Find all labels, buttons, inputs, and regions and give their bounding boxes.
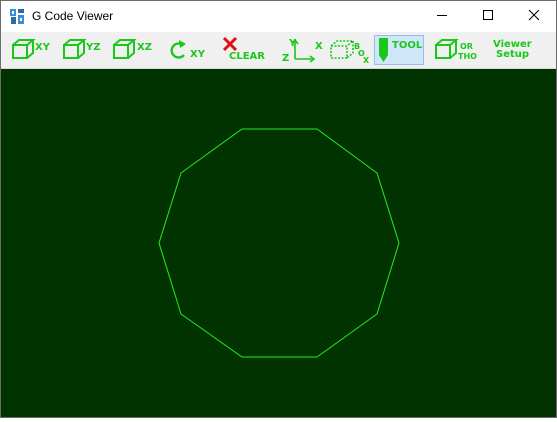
axes-button[interactable]: Y X Z	[281, 35, 323, 65]
toolpath-drawing	[158, 128, 400, 358]
tool-label: TOOL	[392, 40, 423, 51]
view-xz-label: XZ	[137, 42, 152, 53]
box-button[interactable]: B O X	[329, 35, 371, 65]
minimize-button[interactable]	[419, 1, 465, 32]
maximize-button[interactable]	[465, 1, 511, 32]
ortho-top-label: OR	[460, 42, 473, 51]
toolpath-decagon	[158, 128, 400, 358]
axis-z-label: Z	[282, 53, 290, 64]
app-icon	[9, 8, 26, 25]
close-icon	[528, 8, 540, 26]
box-x-label: X	[363, 56, 370, 65]
tool-button[interactable]: TOOL	[374, 35, 424, 65]
rotate-xy-button[interactable]: XY	[167, 35, 207, 65]
view-xz-button[interactable]: XZ	[111, 35, 155, 65]
g-code-viewer-window: G Code Viewer XY YZ XZ XY CLEAR Y X Z B …	[0, 0, 557, 418]
view-xy-button[interactable]: XY	[10, 35, 54, 65]
drawing-canvas[interactable]	[1, 69, 556, 417]
ortho-button[interactable]: OR THO	[434, 35, 480, 65]
minimize-icon	[436, 8, 448, 26]
axis-x-label: X	[315, 41, 323, 52]
toolbar: XY YZ XZ XY CLEAR Y X Z B O X TOOL OR TH…	[1, 32, 556, 69]
axis-y-label: Y	[289, 38, 297, 49]
ortho-bottom-label: THO	[458, 52, 477, 61]
viewer-setup-bottom-label: Setup	[496, 49, 530, 60]
title-bar[interactable]: G Code Viewer	[1, 1, 556, 32]
rotate-xy-label: XY	[190, 49, 205, 60]
clear-button[interactable]: CLEAR	[221, 35, 267, 65]
clear-label: CLEAR	[229, 51, 265, 62]
window-title: G Code Viewer	[32, 9, 114, 23]
view-yz-label: YZ	[86, 42, 101, 53]
close-button[interactable]	[511, 1, 557, 32]
maximize-icon	[482, 8, 494, 26]
viewer-setup-button[interactable]: Viewer Setup	[487, 35, 539, 65]
view-xy-label: XY	[35, 42, 50, 53]
view-yz-button[interactable]: YZ	[61, 35, 105, 65]
